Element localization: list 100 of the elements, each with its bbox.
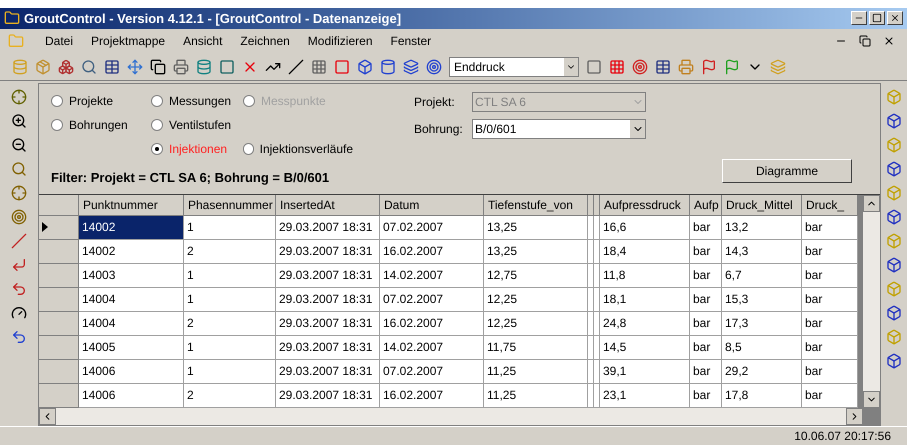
lines-icon[interactable] bbox=[288, 58, 304, 75]
column-header[interactable]: Druck_ bbox=[802, 194, 858, 216]
zoom-in-icon[interactable] bbox=[11, 112, 27, 129]
table-cell: 1 bbox=[184, 264, 276, 288]
radio-button[interactable]: Bohrungen bbox=[51, 116, 151, 134]
table-cell: 14.02.2007 bbox=[380, 336, 484, 360]
scroll-left-icon[interactable] bbox=[39, 408, 56, 425]
column-header[interactable]: Phasennummer bbox=[184, 194, 276, 216]
cube-icon[interactable] bbox=[357, 58, 373, 75]
table-cell: 14002 bbox=[79, 240, 184, 264]
menu-item[interactable]: Projektmappe bbox=[82, 32, 174, 50]
cube-icon[interactable] bbox=[886, 208, 902, 225]
copy-icon[interactable] bbox=[150, 58, 166, 75]
zoom-out-icon[interactable] bbox=[11, 136, 27, 153]
horizontal-scrollbar[interactable] bbox=[39, 408, 863, 425]
table-cell: 07.02.2007 bbox=[380, 288, 484, 312]
column-header[interactable]: InsertedAt bbox=[276, 194, 380, 216]
table-cell: 16.02.2007 bbox=[380, 384, 484, 408]
printer-icon[interactable] bbox=[678, 58, 694, 75]
table-cell: bar bbox=[802, 288, 858, 312]
narrow-cells bbox=[588, 216, 600, 240]
crosshair-icon[interactable] bbox=[11, 184, 27, 201]
field-label: Projekt: bbox=[414, 94, 456, 111]
row-header[interactable] bbox=[39, 216, 79, 240]
radio-button[interactable]: Messungen bbox=[151, 92, 243, 110]
narrow-cells bbox=[588, 288, 600, 312]
menu-item[interactable]: Datei bbox=[36, 32, 82, 50]
table-cell: 11,25 bbox=[484, 384, 588, 408]
scroll-up-icon[interactable] bbox=[863, 194, 880, 212]
cube-icon[interactable] bbox=[886, 256, 902, 273]
scroll-down-icon[interactable] bbox=[863, 390, 880, 408]
gauge-icon[interactable] bbox=[11, 304, 27, 321]
table-cell: bar bbox=[690, 384, 722, 408]
return-icon[interactable] bbox=[11, 256, 27, 273]
cylinder-icon[interactable] bbox=[380, 58, 396, 75]
search-icon[interactable] bbox=[81, 58, 97, 75]
table-cell: bar bbox=[802, 216, 858, 240]
menu-item[interactable]: Zeichnen bbox=[231, 32, 299, 50]
column-header[interactable]: Punktnummer bbox=[79, 194, 184, 216]
close-icon[interactable] bbox=[887, 11, 903, 26]
column-header[interactable]: Datum bbox=[380, 194, 484, 216]
table-cell: 12,75 bbox=[484, 264, 588, 288]
target-icon[interactable] bbox=[632, 58, 648, 75]
table-cell: 11,25 bbox=[484, 360, 588, 384]
scroll-right-icon[interactable] bbox=[846, 408, 863, 425]
table-cell: 14,5 bbox=[600, 336, 690, 360]
restore-icon[interactable] bbox=[859, 35, 871, 48]
menu-item[interactable]: Modifizieren bbox=[298, 32, 382, 50]
column-header[interactable]: Aufp bbox=[690, 194, 722, 216]
radio-button[interactable]: Injektionsverläufe bbox=[243, 140, 353, 158]
table-cell: 18,1 bbox=[600, 288, 690, 312]
line-icon[interactable] bbox=[11, 232, 27, 249]
measure-dropdown[interactable]: Enddruck bbox=[449, 56, 579, 77]
table-cell: 29.03.2007 18:31 bbox=[276, 336, 380, 360]
table-cell: 6,7 bbox=[722, 264, 802, 288]
cube-icon[interactable] bbox=[886, 352, 902, 369]
table-cell: 11,75 bbox=[484, 336, 588, 360]
narrow-column-headers[interactable] bbox=[588, 194, 600, 216]
maximize-icon[interactable] bbox=[869, 11, 885, 26]
menu-item[interactable]: Fenster bbox=[382, 32, 440, 50]
move-icon[interactable] bbox=[127, 58, 143, 75]
table-icon[interactable] bbox=[104, 58, 120, 75]
radio-button[interactable]: Projekte bbox=[51, 92, 151, 110]
close-icon[interactable] bbox=[883, 35, 895, 48]
narrow-cells bbox=[588, 312, 600, 336]
table-cell: 13,25 bbox=[484, 216, 588, 240]
grid-icon[interactable] bbox=[311, 58, 327, 75]
table-cell: 2 bbox=[184, 240, 276, 264]
magnifier-icon[interactable] bbox=[11, 160, 27, 177]
flag-icon[interactable] bbox=[701, 58, 717, 75]
table-cell: 29,2 bbox=[722, 360, 802, 384]
undo-icon[interactable] bbox=[11, 328, 27, 345]
column-header[interactable]: Druck_Mittel bbox=[722, 194, 802, 216]
table-cell: 14003 bbox=[79, 264, 184, 288]
cube-icon[interactable] bbox=[886, 112, 902, 129]
column-header[interactable]: Tiefenstufe_von bbox=[484, 194, 588, 216]
narrow-cells bbox=[588, 264, 600, 288]
minimize-icon[interactable] bbox=[851, 11, 867, 26]
cube-icon[interactable] bbox=[886, 304, 902, 321]
narrow-cells bbox=[588, 240, 600, 264]
table-cell: bar bbox=[690, 312, 722, 336]
flag-icon[interactable] bbox=[724, 58, 740, 75]
layers-icon[interactable] bbox=[403, 58, 419, 75]
radio-button[interactable]: Ventilstufen bbox=[151, 116, 243, 134]
combo-box[interactable]: B/0/601 bbox=[472, 118, 646, 139]
print-icon[interactable] bbox=[173, 58, 189, 75]
table-cell: 1 bbox=[184, 336, 276, 360]
cube-icon[interactable] bbox=[886, 160, 902, 177]
target-icon[interactable] bbox=[426, 58, 442, 75]
diagram-button[interactable]: Diagramme bbox=[722, 158, 852, 183]
table-cell: 16.02.2007 bbox=[380, 240, 484, 264]
table-cell: bar bbox=[802, 336, 858, 360]
column-header[interactable]: Aufpressdruck bbox=[600, 194, 690, 216]
table-cell: 1 bbox=[184, 360, 276, 384]
vertical-scrollbar[interactable] bbox=[863, 194, 880, 408]
table-cell: 1 bbox=[184, 216, 276, 240]
table-cell: 23,1 bbox=[600, 384, 690, 408]
menu-item[interactable]: Ansicht bbox=[174, 32, 232, 50]
table-cell: 29.03.2007 18:31 bbox=[276, 312, 380, 336]
table-cell: 29.03.2007 18:31 bbox=[276, 216, 380, 240]
